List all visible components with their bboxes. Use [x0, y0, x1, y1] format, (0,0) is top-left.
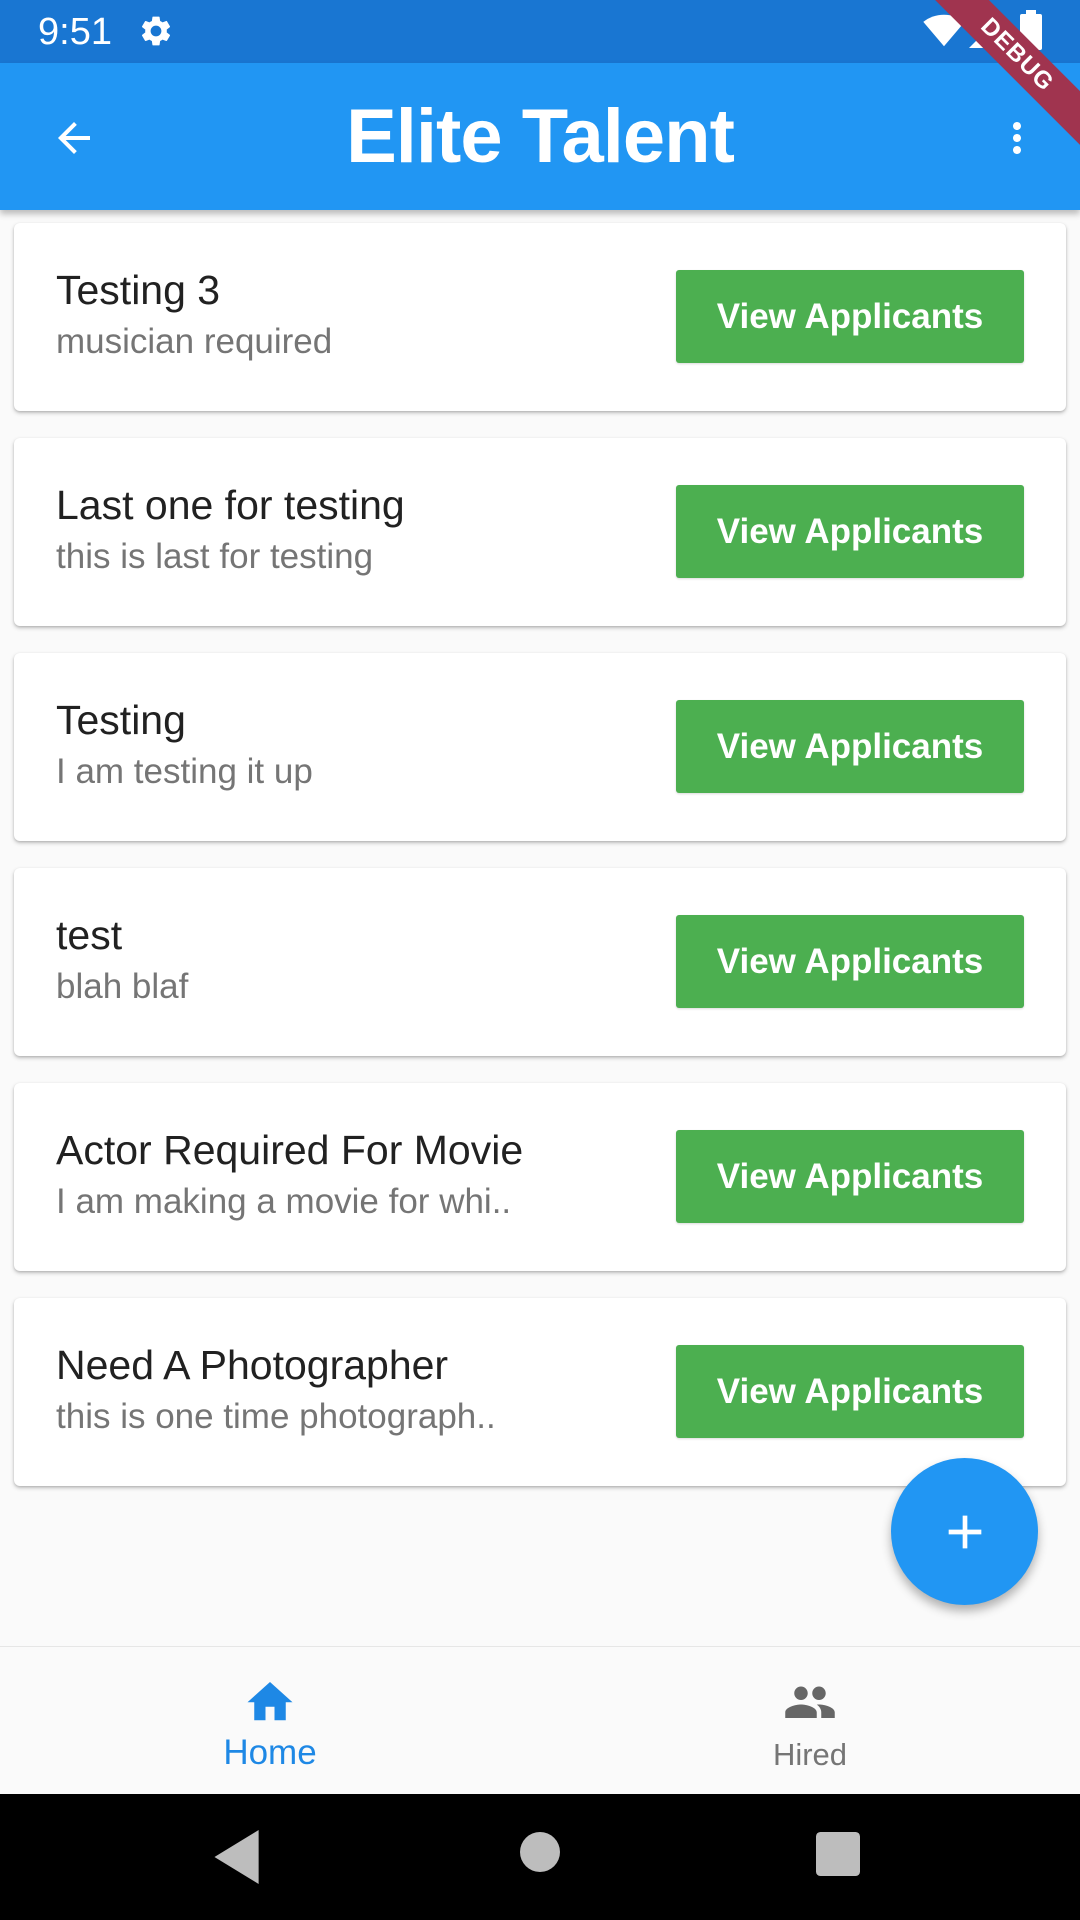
job-title: Need A Photographer — [56, 1342, 449, 1388]
cell-signal-icon — [969, 14, 1003, 48]
job-title: Last one for testing — [56, 482, 405, 528]
job-card[interactable]: Testing I am testing it up View Applican… — [14, 653, 1066, 841]
view-applicants-button[interactable]: View Applicants — [676, 700, 1024, 793]
nav-label-home: Home — [223, 1733, 317, 1772]
job-subtitle: I am making a movie for whi.. — [56, 1182, 512, 1221]
job-card[interactable]: test blah blaf View Applicants — [14, 868, 1066, 1056]
view-applicants-button[interactable]: View Applicants — [676, 1345, 1024, 1438]
status-bar: 9:51 — [0, 0, 1080, 63]
view-applicants-button[interactable]: View Applicants — [676, 270, 1024, 363]
job-card[interactable]: Testing 3 musician required View Applica… — [14, 223, 1066, 411]
view-applicants-button[interactable]: View Applicants — [676, 915, 1024, 1008]
system-navigation-bar — [0, 1794, 1080, 1920]
system-recents-icon[interactable] — [816, 1832, 860, 1876]
add-job-fab[interactable] — [891, 1458, 1038, 1605]
people-icon — [785, 1686, 835, 1718]
page-title: Elite Talent — [346, 94, 735, 179]
nav-item-hired[interactable]: Hired — [540, 1647, 1080, 1795]
job-subtitle: musician required — [56, 322, 333, 361]
job-title: Testing — [56, 697, 186, 743]
view-applicants-button[interactable]: View Applicants — [676, 1130, 1024, 1223]
battery-icon — [1020, 10, 1042, 50]
status-time: 9:51 — [38, 11, 112, 53]
system-home-icon[interactable] — [520, 1832, 560, 1872]
job-card[interactable]: Last one for testing this is last for te… — [14, 438, 1066, 626]
system-back-icon[interactable] — [214, 1830, 264, 1884]
more-vert-icon — [1013, 122, 1021, 154]
plus-icon — [948, 1515, 981, 1548]
job-subtitle: blah blaf — [56, 967, 189, 1006]
nav-item-home[interactable]: Home — [0, 1647, 540, 1795]
job-title: Actor Required For Movie — [56, 1127, 524, 1173]
view-applicants-button[interactable]: View Applicants — [676, 485, 1024, 578]
job-card[interactable]: Actor Required For Movie I am making a m… — [14, 1083, 1066, 1271]
home-icon — [247, 1682, 293, 1721]
settings-gear-icon — [141, 16, 171, 46]
more-options-button[interactable] — [990, 108, 1044, 168]
job-title: test — [56, 912, 123, 958]
job-subtitle: this is last for testing — [56, 537, 374, 576]
job-card[interactable]: Need A Photographer this is one time pho… — [14, 1298, 1066, 1486]
app-bar: Elite Talent — [0, 63, 1080, 210]
bottom-navigation: Home Hired — [0, 1646, 1080, 1795]
wifi-icon — [923, 14, 965, 47]
job-subtitle: I am testing it up — [56, 752, 313, 791]
nav-label-hired: Hired — [772, 1737, 848, 1772]
job-subtitle: this is one time photograph.. — [56, 1397, 496, 1436]
job-title: Testing 3 — [56, 267, 221, 313]
